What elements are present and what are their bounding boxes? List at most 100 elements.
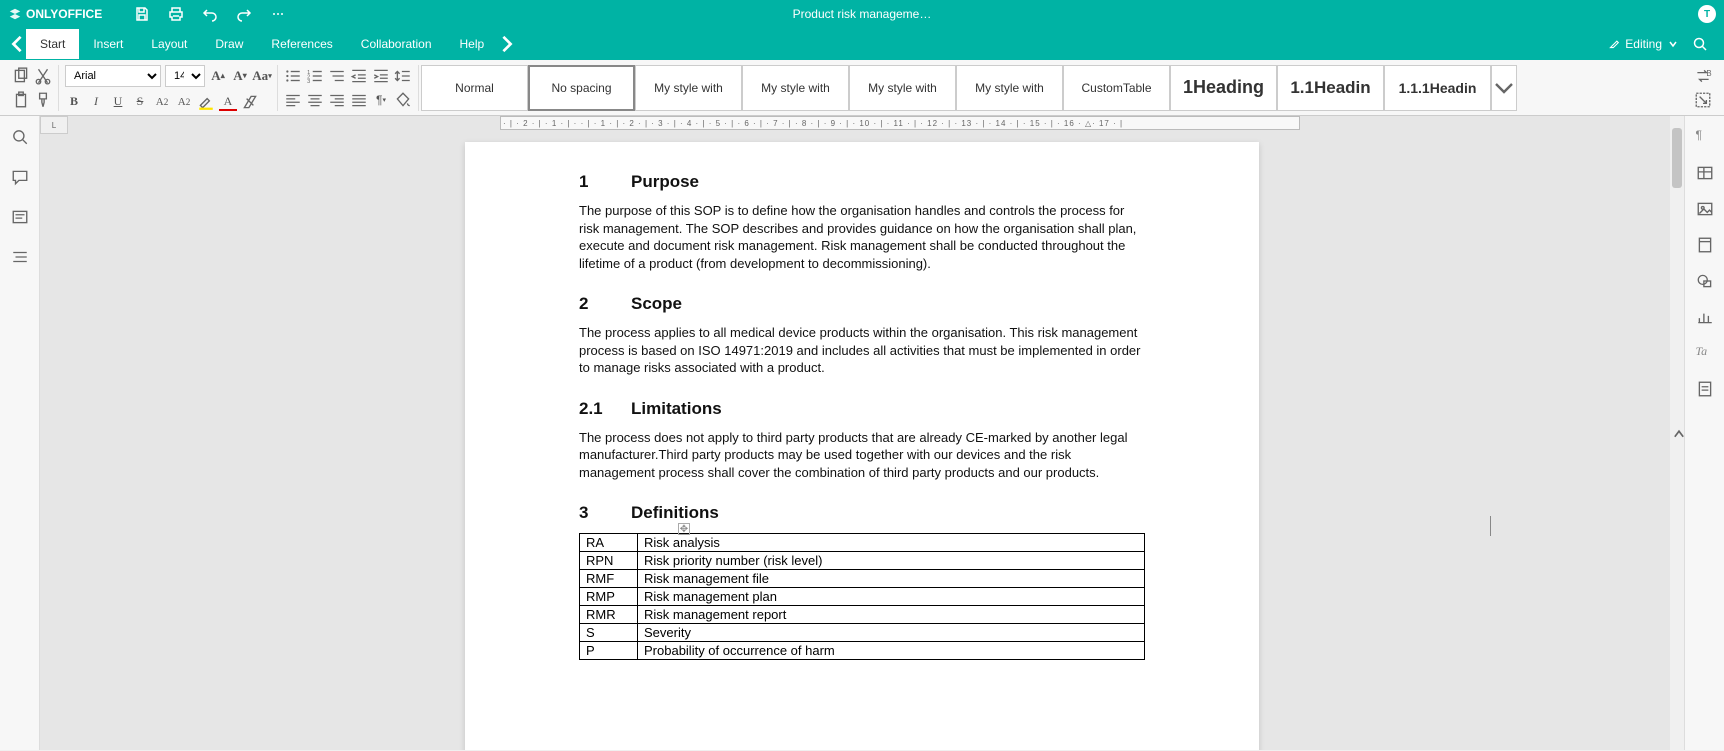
redo-icon[interactable]: [236, 6, 252, 22]
def-cell[interactable]: Risk management file: [638, 570, 1145, 588]
tab-insert[interactable]: Insert: [79, 29, 137, 59]
underline-icon[interactable]: U: [109, 93, 127, 111]
def-cell[interactable]: Risk management report: [638, 606, 1145, 624]
align-left-icon[interactable]: [284, 91, 302, 109]
style-normal[interactable]: Normal: [421, 65, 528, 111]
shrink-font-icon[interactable]: A▾: [231, 67, 249, 85]
document-page[interactable]: 1Purpose The purpose of this SOP is to d…: [465, 142, 1259, 750]
align-right-icon[interactable]: [328, 91, 346, 109]
image-settings-icon[interactable]: [1696, 200, 1714, 218]
abbr-cell[interactable]: RPN: [580, 552, 638, 570]
def-cell[interactable]: Risk priority number (risk level): [638, 552, 1145, 570]
tab-collaboration[interactable]: Collaboration: [347, 29, 446, 59]
select-all-icon[interactable]: [1694, 91, 1712, 109]
def-cell[interactable]: Severity: [638, 624, 1145, 642]
undo-icon[interactable]: [202, 6, 218, 22]
shading-icon[interactable]: [394, 91, 412, 109]
style-custom-3[interactable]: My style with: [742, 65, 849, 111]
tab-layout[interactable]: Layout: [137, 29, 201, 59]
user-avatar[interactable]: T: [1698, 5, 1716, 23]
app-logo[interactable]: ONLYOFFICE: [8, 7, 102, 21]
chart-settings-icon[interactable]: [1696, 308, 1714, 326]
strikethrough-icon[interactable]: S: [131, 93, 149, 111]
def-cell[interactable]: Risk analysis: [638, 534, 1145, 552]
vertical-scrollbar[interactable]: [1670, 116, 1684, 750]
style-heading111[interactable]: 1.1.1Headin: [1384, 65, 1491, 111]
tab-help[interactable]: Help: [446, 29, 499, 59]
search-icon[interactable]: [1692, 36, 1708, 52]
cut-icon[interactable]: [34, 67, 52, 85]
style-no-spacing[interactable]: No spacing: [528, 65, 635, 111]
abbr-cell[interactable]: S: [580, 624, 638, 642]
tab-scroll-right-icon[interactable]: [498, 35, 516, 53]
table-row[interactable]: PProbability of occurrence of harm: [580, 642, 1145, 660]
tab-draw[interactable]: Draw: [201, 29, 257, 59]
abbr-cell[interactable]: RMF: [580, 570, 638, 588]
bullets-icon[interactable]: [284, 67, 302, 85]
tab-references[interactable]: References: [257, 29, 346, 59]
textart-settings-icon[interactable]: Ta: [1696, 344, 1714, 362]
align-justify-icon[interactable]: [350, 91, 368, 109]
table-row[interactable]: RMPRisk management plan: [580, 588, 1145, 606]
style-heading1[interactable]: 1Heading: [1170, 65, 1277, 111]
save-icon[interactable]: [134, 6, 150, 22]
superscript-icon[interactable]: A2: [153, 93, 171, 111]
definitions-table[interactable]: RARisk analysisRPNRisk priority number (…: [579, 533, 1145, 660]
def-cell[interactable]: Probability of occurrence of harm: [638, 642, 1145, 660]
highlight-icon[interactable]: [197, 93, 215, 111]
increase-indent-icon[interactable]: [372, 67, 390, 85]
find-icon[interactable]: [11, 128, 29, 146]
tab-start[interactable]: Start: [26, 29, 79, 59]
header-footer-icon[interactable]: [1696, 236, 1714, 254]
style-custom-4[interactable]: My style with: [849, 65, 956, 111]
change-case-icon[interactable]: Aa▾: [253, 67, 271, 85]
table-row[interactable]: SSeverity: [580, 624, 1145, 642]
style-custom-5[interactable]: My style with: [956, 65, 1063, 111]
more-icon[interactable]: [270, 6, 286, 22]
abbr-cell[interactable]: P: [580, 642, 638, 660]
abbr-cell[interactable]: RMP: [580, 588, 638, 606]
paragraph-settings-icon[interactable]: ¶: [1696, 128, 1714, 146]
decrease-indent-icon[interactable]: [350, 67, 368, 85]
scroll-thumb[interactable]: [1672, 128, 1682, 188]
italic-icon[interactable]: I: [87, 93, 105, 111]
table-row[interactable]: RMFRisk management file: [580, 570, 1145, 588]
headings-icon[interactable]: [11, 208, 29, 226]
style-heading11[interactable]: 1.1Headin: [1277, 65, 1384, 111]
font-family-select[interactable]: Arial: [65, 65, 161, 87]
style-custom-2[interactable]: My style with: [635, 65, 742, 111]
abbr-cell[interactable]: RA: [580, 534, 638, 552]
replace-icon[interactable]: B: [1694, 67, 1712, 85]
clear-format-icon[interactable]: [241, 93, 259, 111]
style-custom-table[interactable]: CustomTable: [1063, 65, 1170, 111]
align-center-icon[interactable]: [306, 91, 324, 109]
table-handle-icon[interactable]: ✥: [678, 523, 690, 535]
tab-scroll-left-icon[interactable]: [8, 35, 26, 53]
shape-settings-icon[interactable]: [1696, 272, 1714, 290]
style-gallery-more-icon[interactable]: [1491, 65, 1517, 111]
font-size-select[interactable]: 14: [165, 65, 205, 87]
font-color-icon[interactable]: A: [219, 93, 237, 111]
multilevel-icon[interactable]: [328, 67, 346, 85]
line-spacing-icon[interactable]: [394, 67, 412, 85]
comments-icon[interactable]: [11, 168, 29, 186]
table-row[interactable]: RMRRisk management report: [580, 606, 1145, 624]
grow-font-icon[interactable]: A▴: [209, 67, 227, 85]
table-row[interactable]: RPNRisk priority number (risk level): [580, 552, 1145, 570]
numbering-icon[interactable]: 123: [306, 67, 324, 85]
outline-icon[interactable]: [11, 248, 29, 266]
subscript-icon[interactable]: A2: [175, 93, 193, 111]
paragraph-mark-icon[interactable]: ¶▾: [372, 91, 390, 109]
paste-icon[interactable]: [12, 91, 30, 109]
format-painter-icon[interactable]: [34, 91, 52, 109]
copy-icon[interactable]: [12, 67, 30, 85]
abbr-cell[interactable]: RMR: [580, 606, 638, 624]
editing-mode-button[interactable]: Editing: [1609, 37, 1678, 51]
print-icon[interactable]: [168, 6, 184, 22]
form-settings-icon[interactable]: [1696, 380, 1714, 398]
horizontal-ruler[interactable]: · | · 2 · | · 1 · | · · | · 1 · | · 2 · …: [68, 116, 1684, 134]
table-settings-icon[interactable]: [1696, 164, 1714, 182]
table-row[interactable]: RARisk analysis: [580, 534, 1145, 552]
def-cell[interactable]: Risk management plan: [638, 588, 1145, 606]
document-workspace[interactable]: L · | · 2 · | · 1 · | · · | · 1 · | · 2 …: [40, 116, 1684, 750]
